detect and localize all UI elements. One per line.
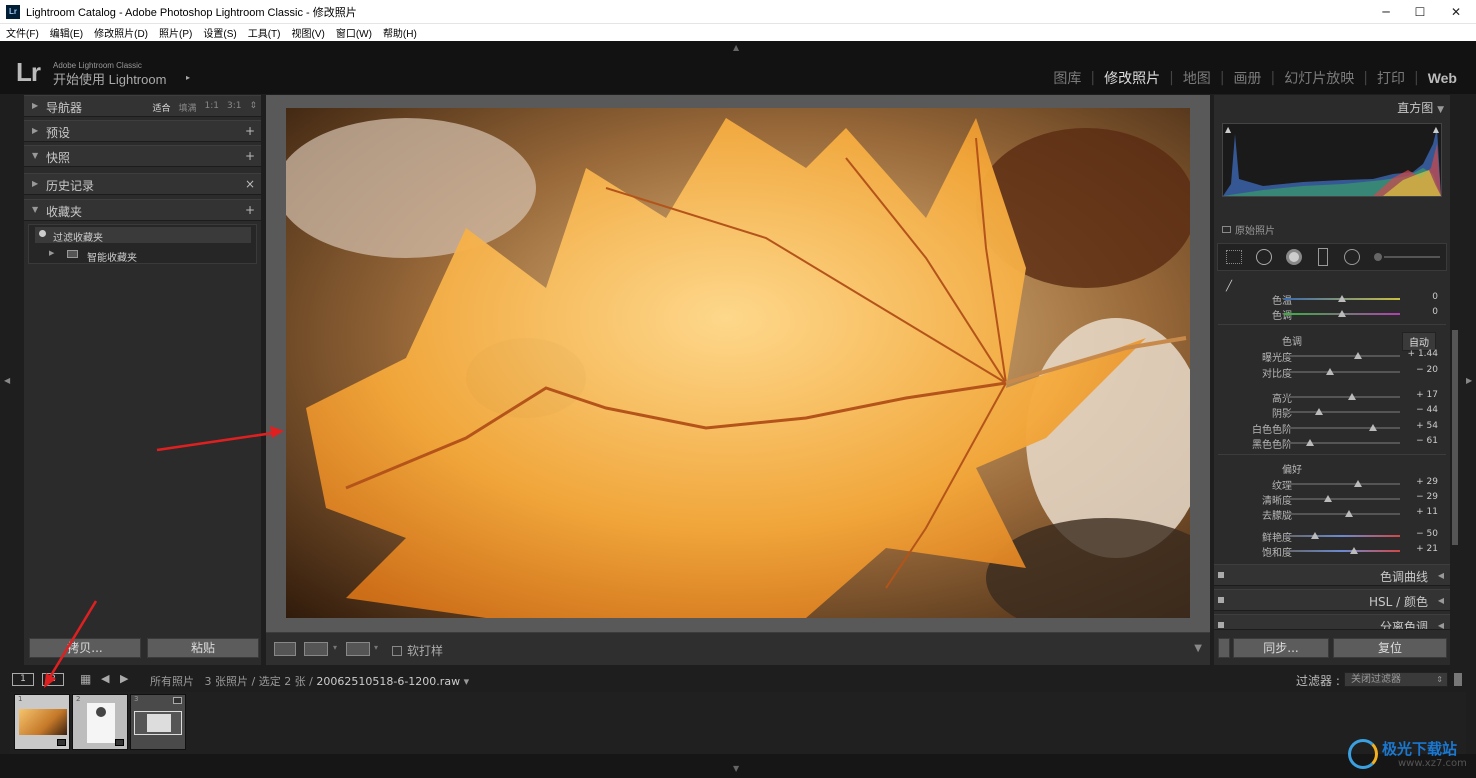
watermark-url: www.xz7.com [1398,758,1467,769]
watermark-logo-icon [1348,739,1378,769]
site-watermark: 极光下载站 www.xz7.com [1348,735,1470,775]
annotation-arrow-line [45,600,98,683]
annotation-arrow-line [156,430,281,452]
annotation-overlay [44,426,284,688]
annotation-arrowhead [270,426,284,438]
watermark-text: 极光下载站 [1382,740,1458,758]
